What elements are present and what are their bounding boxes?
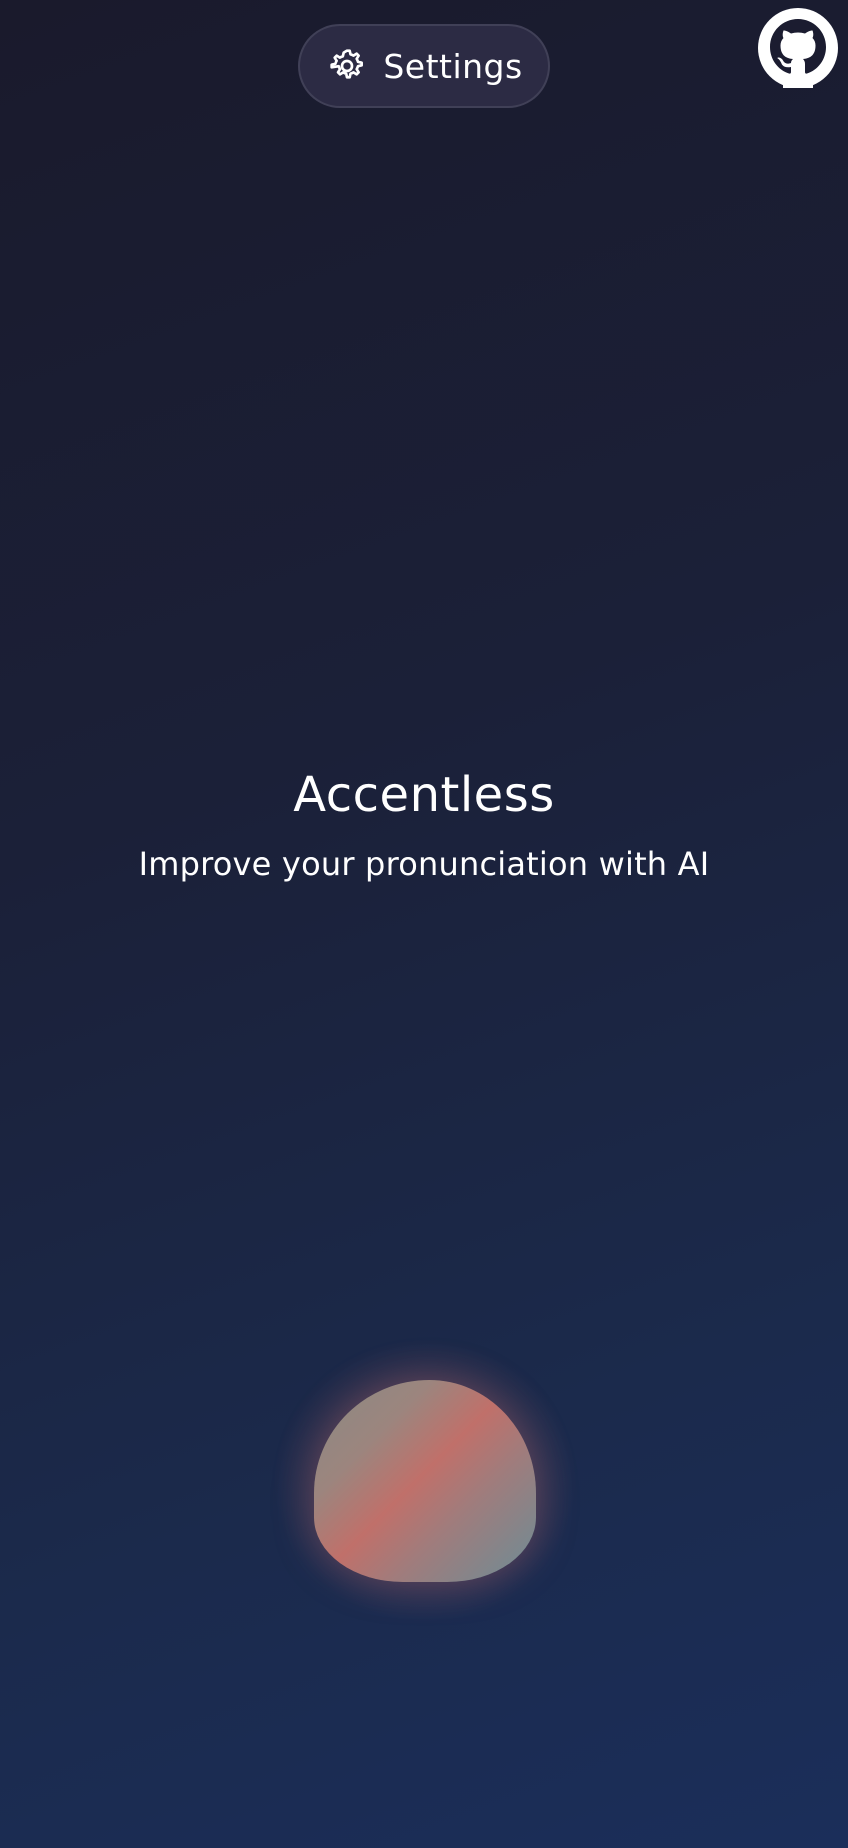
github-icon[interactable] — [758, 8, 838, 88]
voice-orb-button[interactable] — [274, 1340, 576, 1622]
hero: Accentless Improve your pronunciation wi… — [0, 760, 848, 892]
settings-label: Settings — [383, 46, 523, 86]
page-subtitle: Improve your pronunciation with AI — [138, 845, 710, 883]
page-title: Accentless — [293, 767, 555, 823]
settings-button[interactable]: Settings — [298, 24, 550, 108]
gear-icon — [325, 44, 369, 88]
